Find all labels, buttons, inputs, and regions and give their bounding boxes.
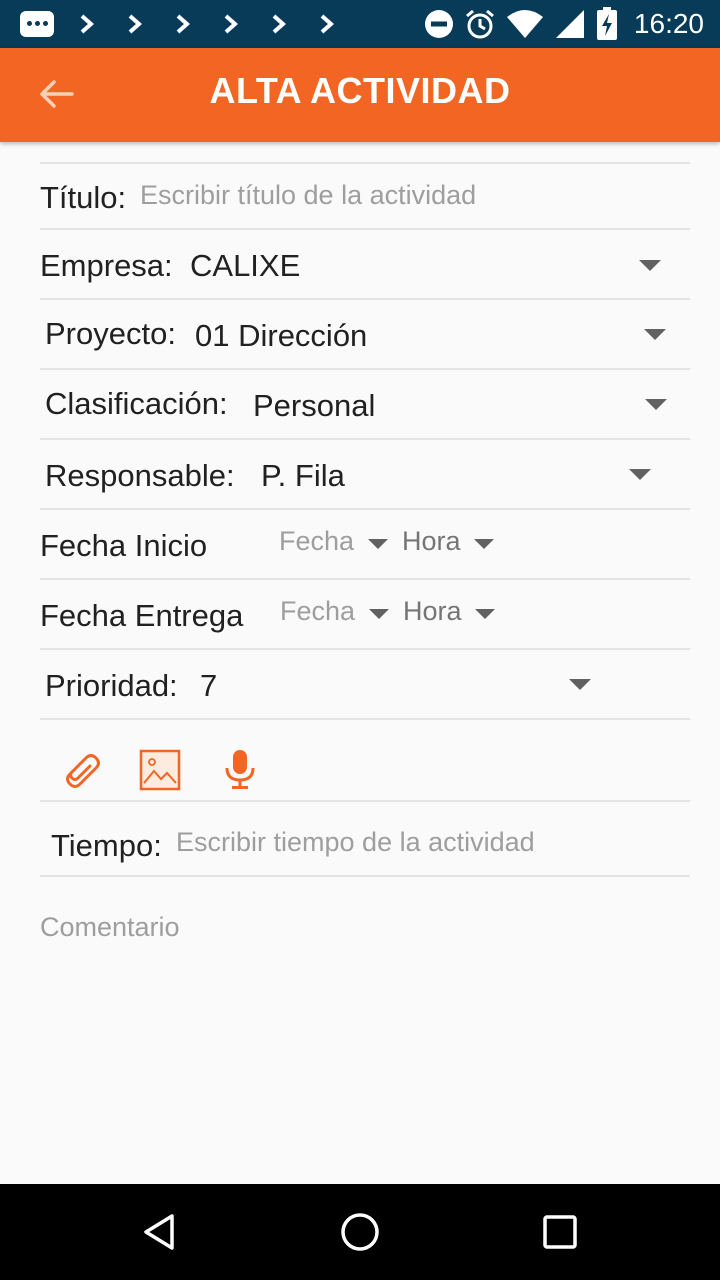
responsable-value: P. Fila	[261, 458, 345, 493]
chevron-down-icon	[645, 399, 667, 410]
fecha-entrega-date: Fecha	[280, 596, 356, 626]
chevron-right-icon	[216, 8, 246, 40]
message-icon	[20, 11, 54, 37]
nav-back-button[interactable]	[134, 1206, 186, 1258]
chevron-right-icon	[312, 8, 342, 40]
tiempo-label: Tiempo:	[51, 828, 162, 863]
home-circle-icon	[341, 1213, 379, 1251]
fecha-inicio-label: Fecha Inicio	[40, 528, 208, 563]
paperclip-icon	[66, 754, 100, 788]
chevron-down-icon	[474, 539, 494, 549]
divider	[40, 800, 690, 802]
divider	[40, 578, 690, 580]
alarm-icon	[465, 9, 494, 39]
chevron-right-icon	[120, 8, 150, 40]
clock: 16:20	[633, 8, 704, 39]
divider	[40, 648, 690, 650]
proyecto-value: 01 Dirección	[195, 318, 368, 353]
proyecto-label: Proyecto:	[45, 316, 176, 351]
chevron-down-icon	[639, 260, 661, 271]
responsable-label: Responsable:	[45, 458, 235, 493]
divider	[40, 228, 690, 230]
divider	[40, 298, 690, 300]
chevron-down-icon	[644, 329, 666, 340]
chevron-down-icon	[475, 609, 495, 619]
fecha-inicio-time: Hora	[402, 526, 461, 556]
divider	[40, 718, 690, 720]
fecha-entrega-time: Hora	[403, 596, 462, 626]
divider	[40, 162, 690, 164]
page-title: ALTA ACTIVIDAD	[209, 70, 511, 111]
chevron-down-icon	[368, 539, 388, 549]
chevron-right-icon	[168, 8, 198, 40]
notification-icons	[20, 8, 360, 40]
status-bar: 16:20	[0, 0, 720, 48]
signal-icon	[555, 10, 584, 38]
divider	[40, 875, 690, 877]
fecha-entrega-label: Fecha Entrega	[40, 598, 244, 633]
titulo-input[interactable]: Escribir título de la actividad	[140, 180, 476, 211]
divider	[40, 438, 690, 440]
prioridad-label: Prioridad:	[45, 668, 178, 703]
image-icon	[139, 749, 181, 791]
nav-home-button[interactable]	[334, 1206, 386, 1258]
recents-square-icon	[543, 1215, 577, 1249]
clasificacion-label: Clasificación:	[45, 386, 228, 421]
tiempo-input[interactable]: Escribir tiempo de la actividad	[176, 827, 535, 858]
empresa-label: Empresa:	[40, 248, 173, 283]
empresa-value: CALIXE	[190, 248, 301, 283]
microphone-icon	[225, 750, 255, 789]
wifi-icon	[506, 10, 543, 38]
chevron-down-icon	[569, 679, 591, 690]
prioridad-value: 7	[200, 668, 218, 703]
attach-image-button[interactable]	[136, 746, 184, 794]
back-triangle-icon	[144, 1214, 174, 1250]
clasificacion-value: Personal	[253, 388, 376, 423]
fecha-inicio-date: Fecha	[279, 526, 355, 556]
titulo-label: Título:	[40, 180, 127, 215]
nav-recents-button[interactable]	[534, 1206, 586, 1258]
divider	[40, 508, 690, 510]
chevron-right-icon	[72, 8, 102, 40]
record-audio-button[interactable]	[216, 746, 264, 794]
chevron-right-icon	[264, 8, 294, 40]
battery-charging-icon	[596, 7, 617, 40]
divider	[40, 368, 690, 370]
comentario-textarea[interactable]: Comentario	[40, 912, 690, 1172]
app-bar: ALTA ACTIVIDAD	[0, 48, 720, 142]
do-not-disturb-icon	[424, 10, 453, 38]
navigation-bar	[0, 1184, 720, 1280]
chevron-down-icon	[629, 469, 651, 480]
system-icons: 16:20	[424, 6, 704, 42]
chevron-down-icon	[369, 609, 389, 619]
attach-file-button[interactable]	[56, 746, 104, 794]
